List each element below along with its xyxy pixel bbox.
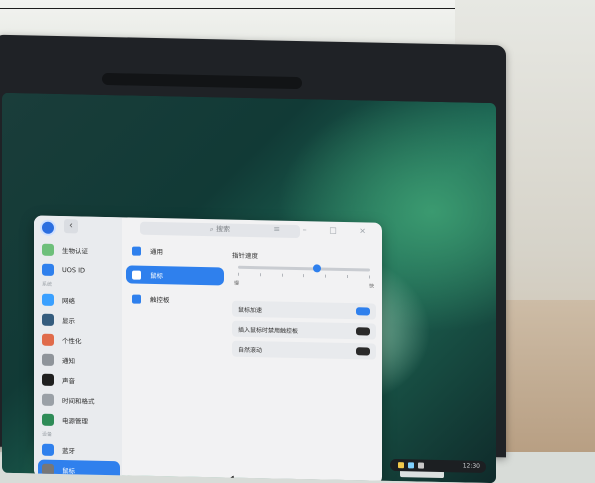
sidebar-item-label: 鼠标	[62, 467, 75, 476]
toggle-switch[interactable]	[356, 307, 370, 316]
mouse-subnav: 通用 鼠标 触控板	[126, 241, 224, 473]
sidebar-item-3[interactable]: 网络	[42, 290, 122, 312]
mouse-icon	[42, 463, 54, 476]
sidebar-item-label: 时间和格式	[62, 397, 95, 406]
globe-icon	[42, 293, 54, 306]
slider-ticks	[238, 272, 370, 279]
sidebar-item-8[interactable]: 时间和格式	[42, 390, 122, 412]
clock-icon	[42, 393, 54, 406]
mouse-subnav-label: 通用	[150, 247, 163, 257]
sidebar-item-7[interactable]: 声音	[42, 370, 122, 392]
sidebar-item-label: 网络	[62, 297, 75, 306]
touchpad-icon	[132, 294, 141, 304]
camera-bar	[102, 72, 302, 90]
setting-row-1: 插入鼠标时禁用触控板	[232, 320, 376, 340]
sidebar-item-label: 电源管理	[62, 417, 88, 426]
mouse-settings-panel: 指针速度 慢 快 鼠标加速插入鼠标时禁用触控板 自然滚动	[232, 250, 376, 360]
mouse-cursor-icon	[228, 475, 238, 483]
settings-nav: 生物认证 UOS ID 系统 网络 显示 个性化 通知 声音 时间和格式 电源管理 设备 蓝牙 鼠标	[38, 240, 122, 482]
slider-knob[interactable]	[313, 264, 322, 273]
sidebar-item-4[interactable]: 显示	[42, 310, 122, 332]
search-placeholder: 搜索	[216, 225, 231, 234]
laptop-body: ‹ ⌕ 搜索 ≡ – □ × 生物认证 UOS ID 系统 网络 显示 个性化 通知 声音 时间…	[0, 34, 506, 483]
sidebar-item-label: 个性化	[62, 337, 82, 346]
sidebar-item-9[interactable]: 电源管理	[42, 410, 122, 432]
sidebar-item-label: 生物认证	[62, 247, 88, 256]
fast-label: 快	[368, 283, 374, 290]
taskbar-time: 12:30	[462, 462, 480, 470]
sidebar-item-label: 声音	[62, 377, 75, 386]
toggle-switch[interactable]	[356, 327, 370, 336]
taskbar-icon[interactable]	[398, 462, 404, 469]
cloud-icon	[42, 263, 54, 276]
mouse-subnav-label: 鼠标	[150, 271, 163, 281]
mouse-subnav-item-2[interactable]: 触控板	[126, 289, 224, 309]
sidebar-item-1[interactable]: UOS ID	[42, 260, 122, 282]
setting-label: 插入鼠标时禁用触控板	[238, 326, 299, 335]
setting-row-2: 自然滚动	[232, 340, 376, 360]
taskbar-icon[interactable]	[408, 462, 414, 469]
setting-label: 自然滚动	[238, 346, 263, 354]
setting-label: 鼠标加速	[238, 306, 263, 314]
mouse-subnav-item-1[interactable]: 鼠标	[126, 265, 224, 286]
sidebar-item-label: 显示	[62, 317, 75, 326]
gear-icon	[132, 246, 141, 256]
slow-label: 慢	[234, 280, 240, 287]
power-icon	[42, 413, 54, 426]
back-button[interactable]: ‹	[64, 219, 78, 234]
sidebar-item-label: 蓝牙	[62, 447, 75, 456]
bluetooth-icon	[42, 443, 54, 456]
taskbar-icon[interactable]	[418, 462, 424, 469]
monitor-icon	[42, 313, 54, 326]
sidebar-item-11[interactable]: 蓝牙	[42, 440, 122, 462]
pointer-speed-label: 指针速度	[232, 251, 258, 261]
palette-icon	[42, 333, 54, 346]
sidebar-item-12[interactable]: 鼠标	[38, 459, 120, 482]
taskbar: 12:30	[390, 458, 486, 473]
sidebar-item-0[interactable]: 生物认证	[42, 240, 122, 262]
app-logo-icon	[40, 219, 56, 236]
sidebar-item-label: UOS ID	[62, 266, 85, 275]
settings-window: ‹ ⌕ 搜索 ≡ – □ × 生物认证 UOS ID 系统 网络 显示 个性化 通知 声音 时间…	[34, 215, 382, 483]
mouse-subnav-label: 触控板	[150, 295, 170, 305]
mouse-subnav-item-0[interactable]: 通用	[126, 241, 224, 261]
fingerprint-icon	[42, 243, 54, 256]
search-icon: ⌕	[209, 225, 214, 234]
toggle-switch[interactable]	[356, 347, 370, 356]
toggle-rows: 鼠标加速插入鼠标时禁用触控板 自然滚动	[232, 300, 376, 360]
sidebar-item-5[interactable]: 个性化	[42, 330, 122, 352]
speaker-icon	[42, 373, 54, 386]
pointer-speed-slider[interactable]	[238, 264, 370, 273]
sidebar-item-label: 通知	[62, 357, 75, 366]
bell-icon	[42, 353, 54, 366]
mouse-icon	[132, 270, 141, 280]
laptop-screen: ‹ ⌕ 搜索 ≡ – □ × 生物认证 UOS ID 系统 网络 显示 个性化 通知 声音 时间…	[2, 92, 496, 483]
setting-row-0: 鼠标加速	[232, 300, 376, 320]
sidebar-item-6[interactable]: 通知	[42, 350, 122, 372]
